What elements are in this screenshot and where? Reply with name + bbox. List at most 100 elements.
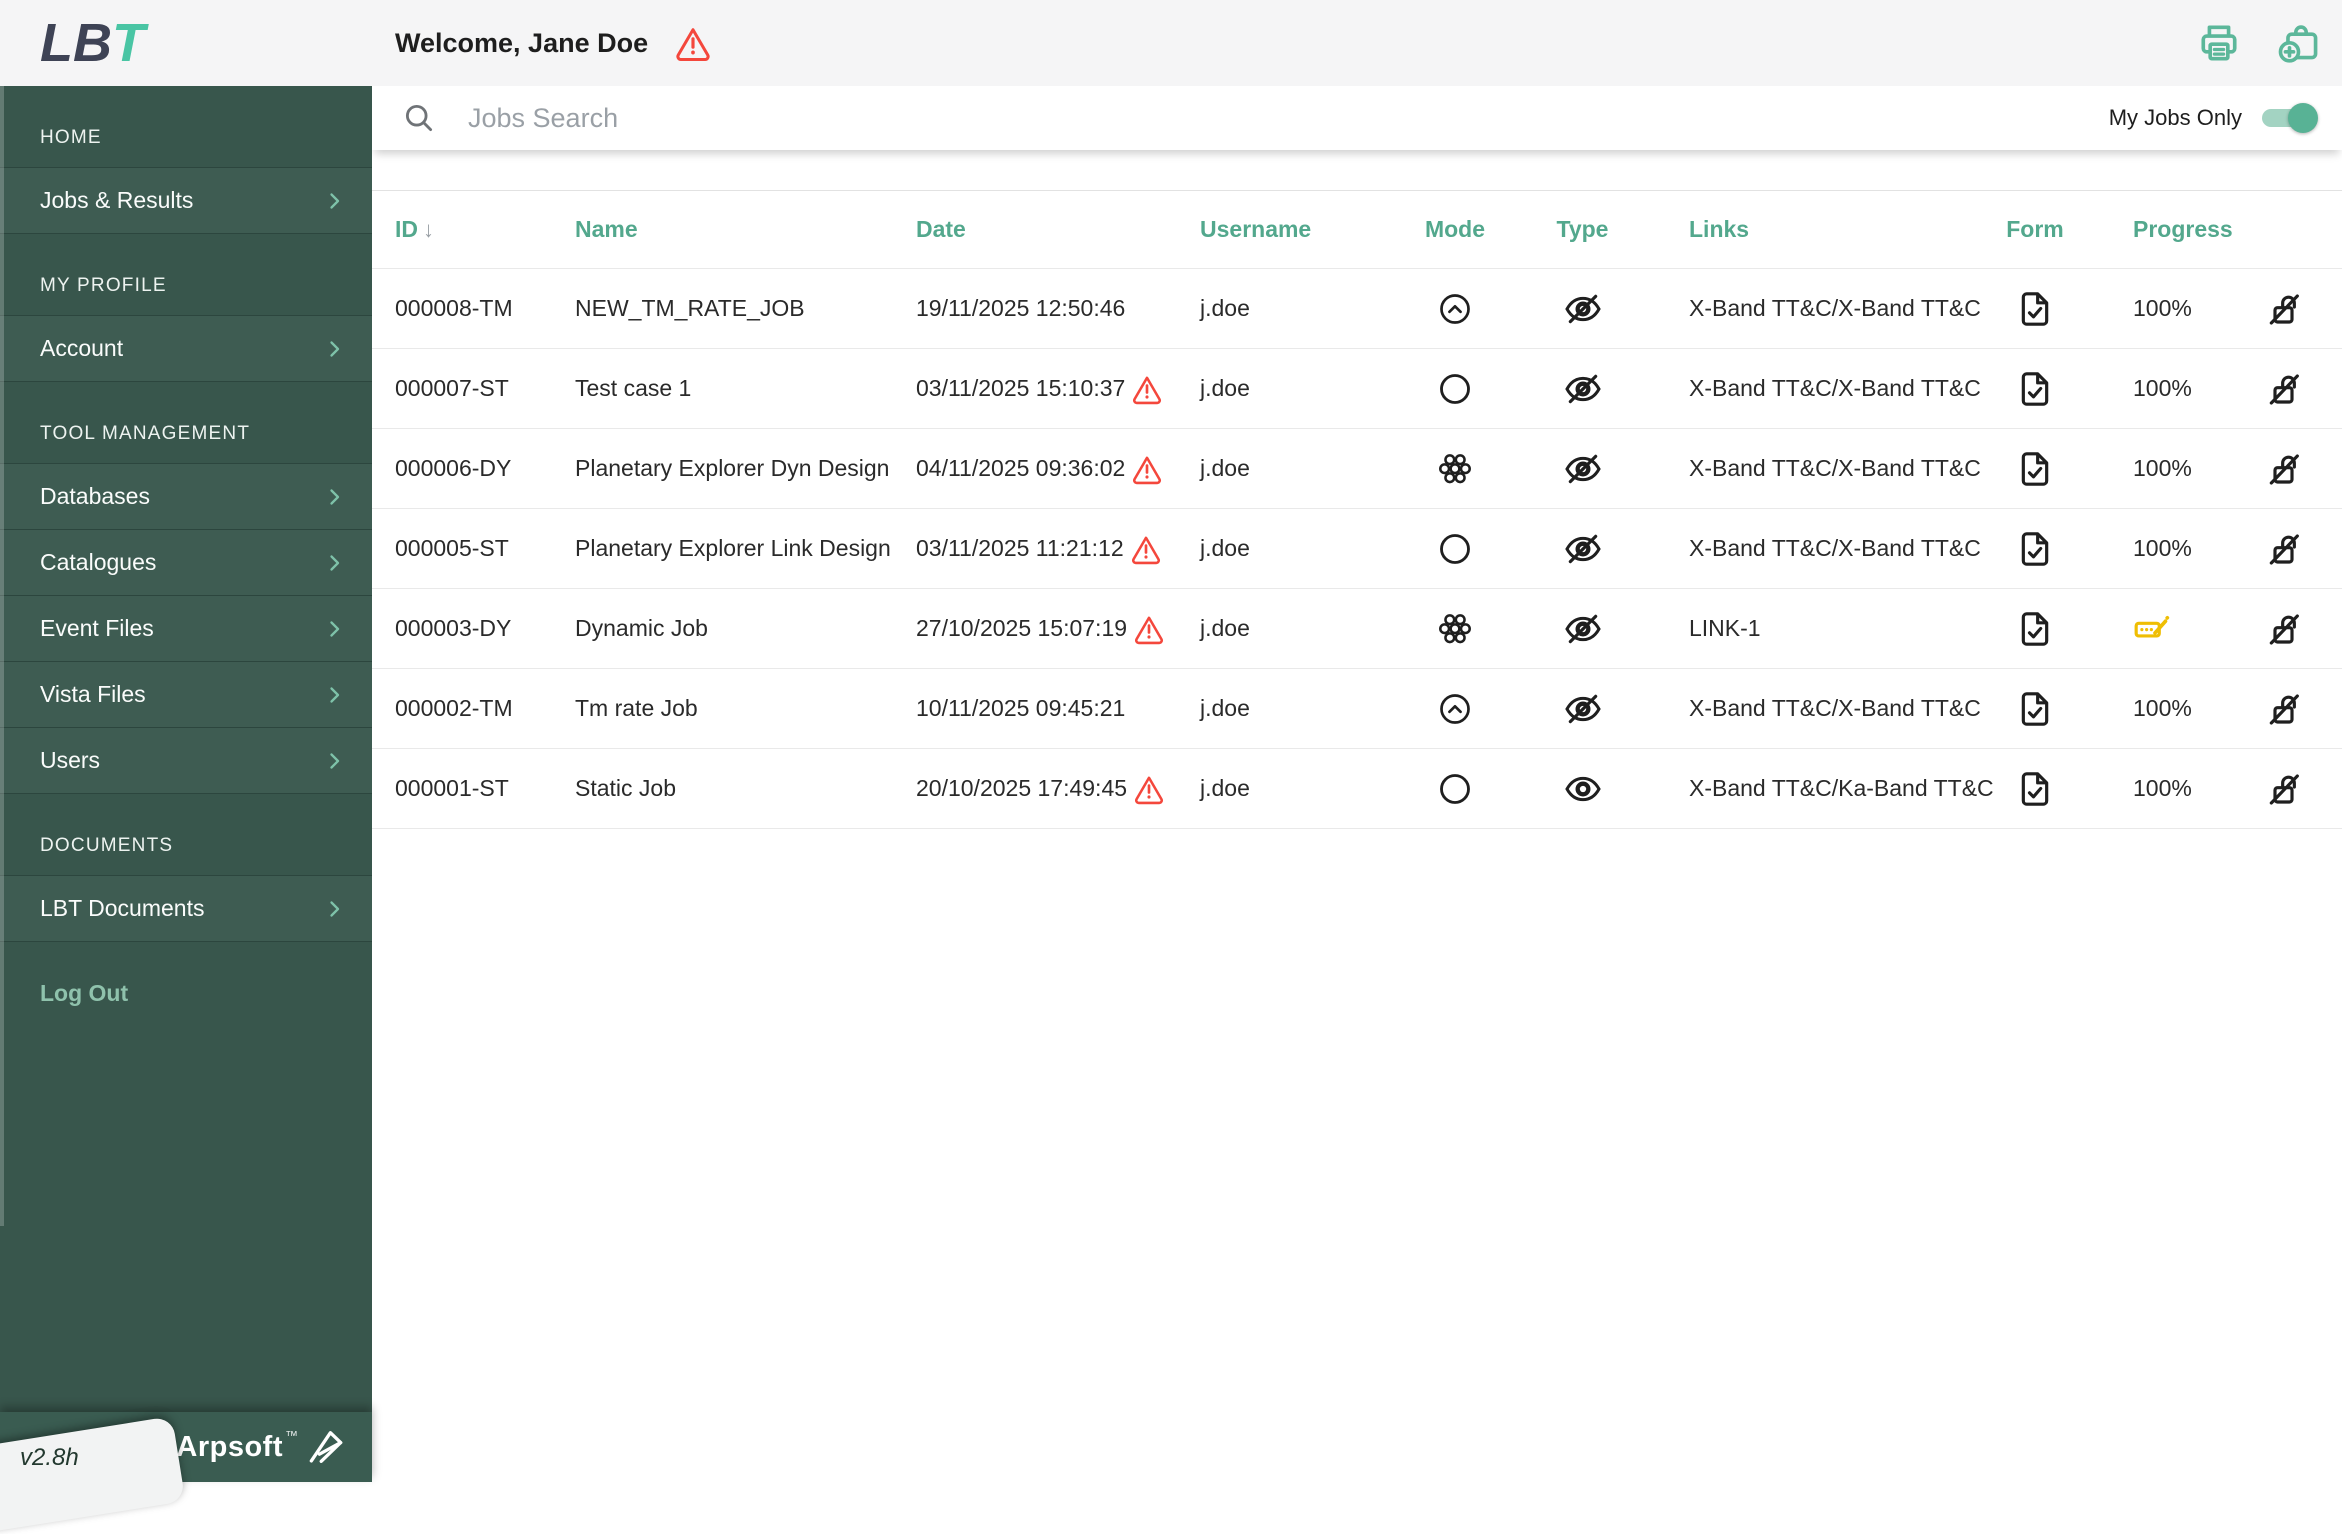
column-header-name[interactable]: Name [575, 216, 916, 243]
add-job-bag-icon[interactable] [2278, 20, 2324, 66]
column-header-date[interactable]: Date [916, 216, 1200, 243]
sidebar-item-lbt-documents[interactable]: LBT Documents [0, 876, 372, 942]
chevron-right-icon [322, 551, 346, 575]
table-row[interactable]: 000007-ST Test case 1 03/11/2025 15:10:3… [372, 349, 2342, 429]
column-header-id[interactable]: ID ↓ [395, 216, 575, 243]
column-header-form[interactable]: Form [1985, 216, 2085, 243]
warning-triangle-icon [1133, 613, 1165, 645]
app-root: LBT HOME Jobs & Results MY PROFILE Accou… [0, 0, 2342, 1534]
job-name: Tm rate Job [575, 695, 698, 721]
file-check-icon[interactable] [2015, 609, 2055, 649]
table-row[interactable]: 000008-TM NEW_TM_RATE_JOB 19/11/2025 12:… [372, 269, 2342, 349]
table-row[interactable]: 000001-ST Static Job 20/10/2025 17:49:45… [372, 749, 2342, 829]
sort-descending-icon: ↓ [423, 216, 434, 242]
file-check-icon[interactable] [2015, 769, 2055, 809]
job-links: LINK-1 [1689, 615, 1761, 641]
job-progress: 100% [2133, 695, 2192, 721]
main-content: Welcome, Jane Doe My Jobs Only ID [372, 0, 2342, 1482]
job-username: j.doe [1200, 295, 1250, 321]
sidebar-item-vista-files[interactable]: Vista Files [0, 662, 372, 728]
sidebar-item-label: Databases [40, 483, 150, 509]
eye-off-icon [1563, 369, 1603, 409]
lock-slash-icon[interactable] [2264, 289, 2304, 329]
column-header-progress[interactable]: Progress [2085, 216, 2233, 243]
file-check-icon[interactable] [2015, 449, 2055, 489]
table-row[interactable]: 000003-DY Dynamic Job 27/10/2025 15:07:1… [372, 589, 2342, 669]
mode-dy-cluster-icon [1437, 611, 1473, 647]
jobs-search-input[interactable] [466, 101, 2109, 135]
job-name: Dynamic Job [575, 615, 708, 641]
job-links: X-Band TT&C/X-Band TT&C [1689, 695, 1981, 721]
job-progress: 100% [2133, 295, 2192, 321]
my-jobs-only-toggle[interactable] [2262, 103, 2318, 133]
form-edit-icon[interactable] [2133, 610, 2171, 648]
search-icon [402, 101, 436, 135]
lock-slash-icon[interactable] [2264, 609, 2304, 649]
sidebar-item-label: Catalogues [40, 549, 157, 575]
version-label: v2.8h [20, 1444, 79, 1471]
file-check-icon[interactable] [2015, 529, 2055, 569]
job-id: 000007-ST [395, 375, 509, 401]
sidebar-item-jobs-results[interactable]: Jobs & Results [0, 168, 372, 234]
sidebar-item-account[interactable]: Account [0, 316, 372, 382]
sidebar-item-label: Account [40, 335, 124, 361]
chevron-right-icon [322, 617, 346, 641]
job-links: X-Band TT&C/X-Band TT&C [1689, 535, 1981, 561]
job-name: NEW_TM_RATE_JOB [575, 295, 805, 321]
job-id: 000003-DY [395, 615, 512, 641]
sidebar-section-home: HOME [0, 86, 372, 168]
printer-icon[interactable] [2196, 20, 2242, 66]
my-jobs-only-label: My Jobs Only [2108, 105, 2242, 130]
toggle-knob [2288, 103, 2318, 133]
sidebar-nav: HOME Jobs & Results MY PROFILE Account T… [0, 86, 372, 1226]
chevron-right-icon [322, 749, 346, 773]
column-header-mode[interactable]: Mode [1390, 216, 1520, 243]
sidebar-section-tool-management: TOOL MANAGEMENT [0, 382, 372, 464]
sidebar-item-label: Event Files [40, 615, 154, 641]
sidebar-item-catalogues[interactable]: Catalogues [0, 530, 372, 596]
arpsoft-brand: Arpsoft [176, 1430, 283, 1463]
file-check-icon[interactable] [2015, 689, 2055, 729]
job-username: j.doe [1200, 615, 1250, 641]
sidebar-item-users[interactable]: Users [0, 728, 372, 794]
lock-slash-icon[interactable] [2264, 689, 2304, 729]
job-progress: 100% [2133, 455, 2192, 481]
column-header-username[interactable]: Username [1200, 216, 1390, 243]
job-date: 03/11/2025 15:10:37 [916, 373, 1200, 405]
warning-triangle-icon [1131, 453, 1163, 485]
job-progress: 100% [2133, 375, 2192, 401]
job-date: 20/10/2025 17:49:45 [916, 773, 1200, 805]
job-name: Planetary Explorer Link Design [575, 535, 891, 561]
mode-st-circle-icon [1437, 531, 1473, 567]
page-title: Welcome, Jane Doe [395, 27, 649, 58]
sidebar-item-databases[interactable]: Databases [0, 464, 372, 530]
job-name: Test case 1 [575, 375, 692, 401]
sidebar: LBT HOME Jobs & Results MY PROFILE Accou… [0, 0, 372, 1534]
file-check-icon[interactable] [2015, 289, 2055, 329]
job-links: X-Band TT&C/Ka-Band TT&C [1689, 775, 1994, 801]
lock-slash-icon[interactable] [2264, 369, 2304, 409]
table-row[interactable]: 000002-TM Tm rate Job 10/11/2025 09:45:2… [372, 669, 2342, 749]
chevron-right-icon [322, 337, 346, 361]
table-header-row: ID ↓ Name Date Username Mode Type Links … [372, 191, 2342, 269]
lock-slash-icon[interactable] [2264, 529, 2304, 569]
mode-st-circle-icon [1437, 371, 1473, 407]
file-check-icon[interactable] [2015, 369, 2055, 409]
lock-slash-icon[interactable] [2264, 769, 2304, 809]
job-links: X-Band TT&C/X-Band TT&C [1689, 375, 1981, 401]
lock-slash-icon[interactable] [2264, 449, 2304, 489]
logout-button[interactable]: Log Out [0, 942, 372, 1044]
sidebar-item-event-files[interactable]: Event Files [0, 596, 372, 662]
job-date: 10/11/2025 09:45:21 [916, 695, 1126, 721]
table-row[interactable]: 000006-DY Planetary Explorer Dyn Design … [372, 429, 2342, 509]
job-id: 000002-TM [395, 695, 513, 721]
job-username: j.doe [1200, 775, 1250, 801]
table-row[interactable]: 000005-ST Planetary Explorer Link Design… [372, 509, 2342, 589]
column-header-type[interactable]: Type [1520, 216, 1645, 243]
column-header-links[interactable]: Links [1645, 216, 1985, 243]
sidebar-scrollbar[interactable] [0, 86, 4, 1226]
warning-triangle-icon [1133, 773, 1165, 805]
app-logo: LBT [0, 0, 372, 86]
jobs-table: ID ↓ Name Date Username Mode Type Links … [372, 190, 2342, 829]
logo-lb: LB [40, 13, 112, 73]
